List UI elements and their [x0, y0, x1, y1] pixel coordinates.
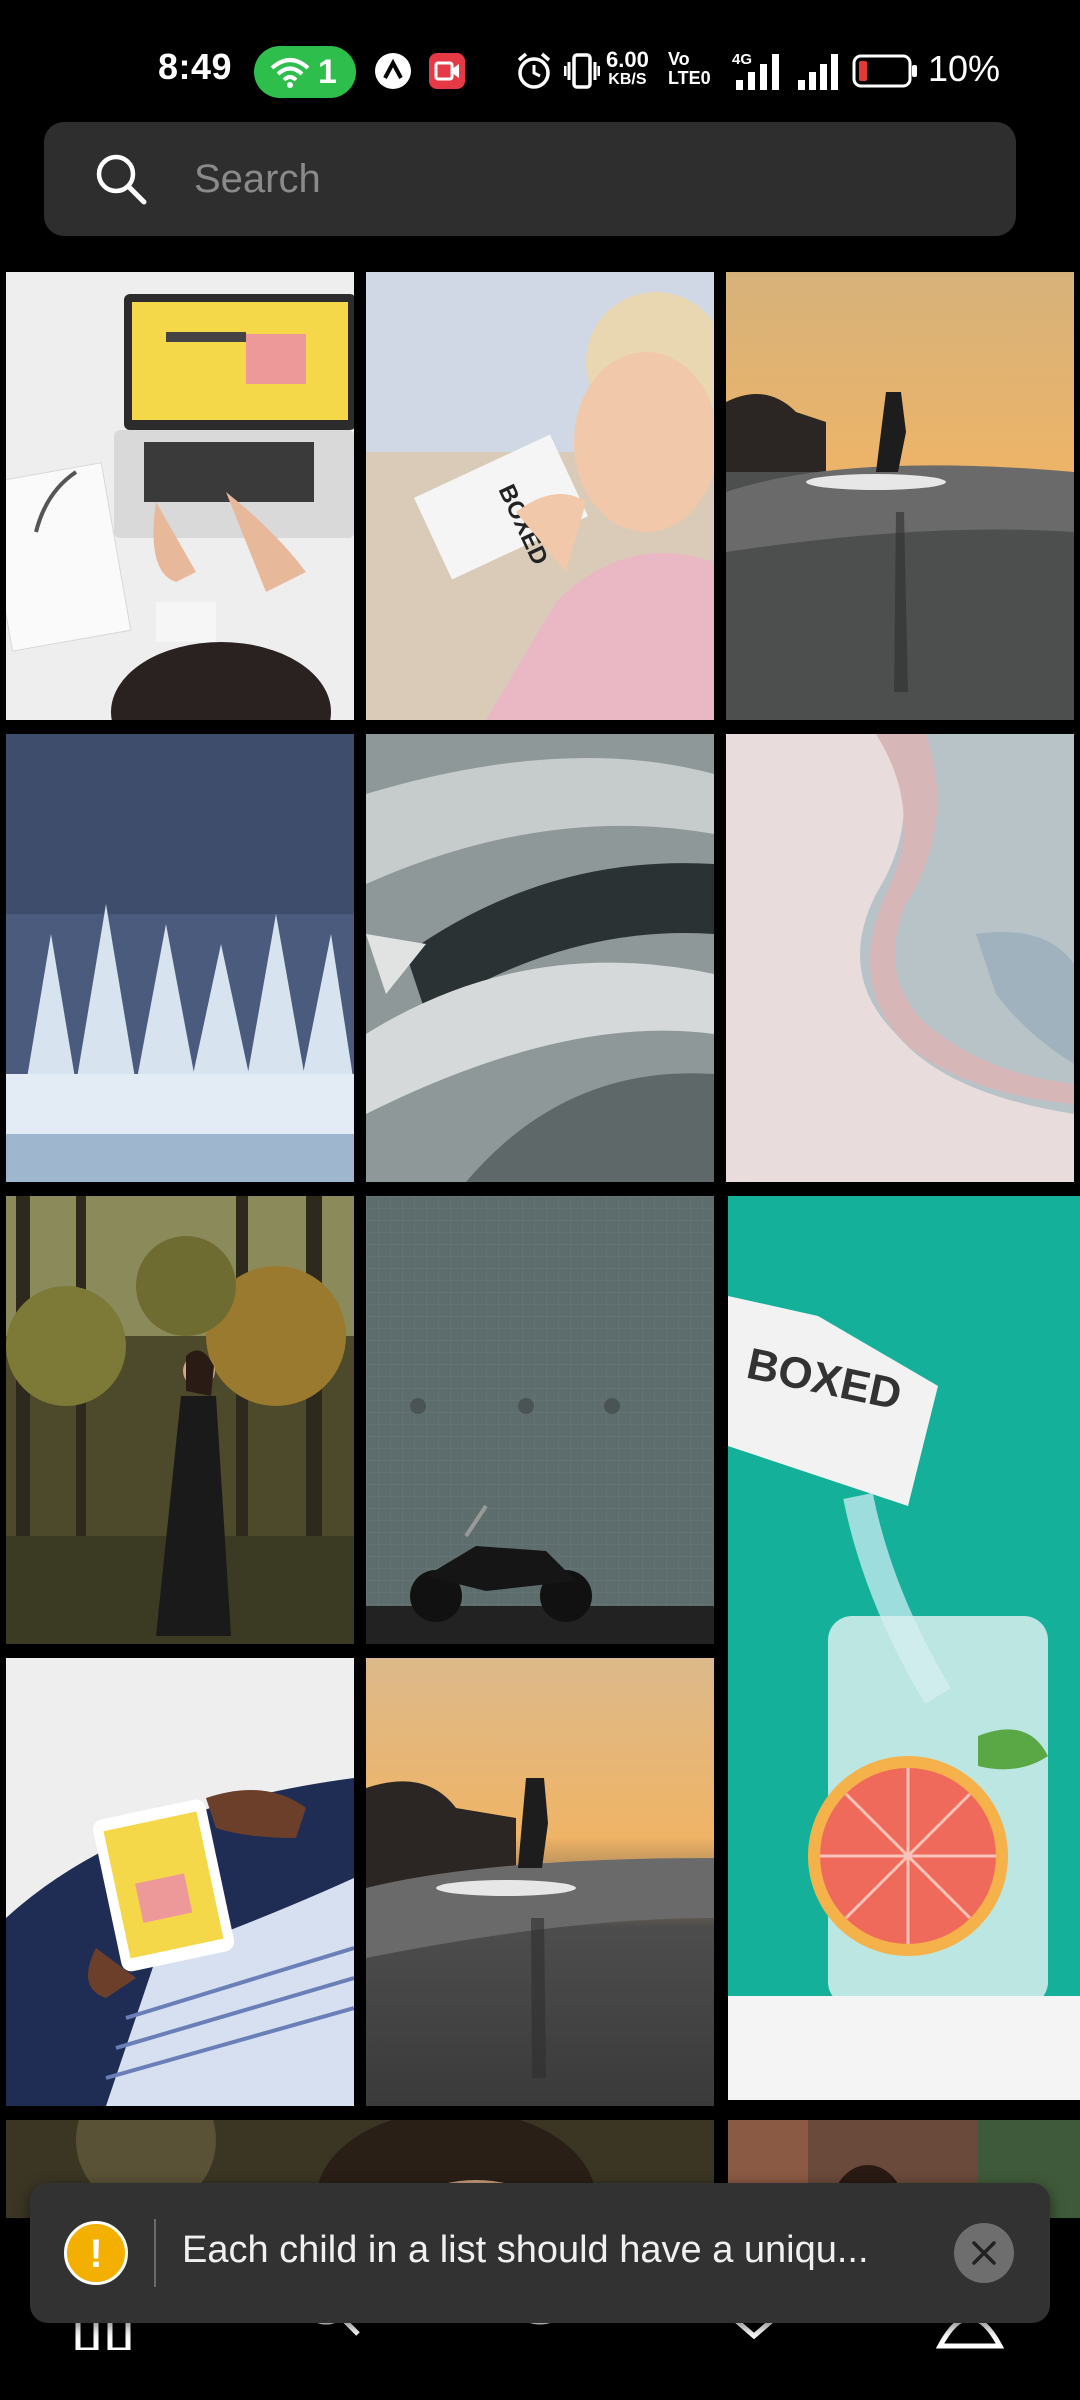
status-bar: 8:49 1 6.00 KB/S Vo LTE0 4G 10%	[0, 0, 1080, 130]
close-icon	[972, 2241, 996, 2265]
signal-4g-icon: 4G	[732, 51, 779, 90]
volte-indicator: Vo LTE0	[668, 50, 711, 88]
grid-item-surfer-sunset[interactable]	[726, 272, 1074, 720]
network-speed-unit: KB/S	[608, 71, 647, 88]
battery-percent: 10%	[928, 48, 1001, 89]
volte-line1: Vo	[668, 49, 690, 69]
hotspot-count: 1	[318, 53, 337, 91]
grid-item-boxed-water[interactable]: BOXED	[728, 1196, 1080, 2100]
network-speed-value: 6.00	[606, 47, 649, 72]
warning-toast[interactable]: ! Each child in a list should have a uni…	[30, 2183, 1050, 2323]
toast-divider	[154, 2219, 156, 2287]
toast-close-button[interactable]	[954, 2223, 1014, 2283]
status-time: 8:49	[158, 46, 233, 87]
search-bar[interactable]	[44, 122, 1016, 236]
grid-item-motorcycle[interactable]	[366, 1196, 714, 1644]
network-type-label: 4G	[732, 51, 752, 68]
volte-line2: LTE0	[668, 68, 711, 88]
hotspot-icon	[270, 58, 310, 88]
search-icon	[96, 154, 147, 205]
alarm-icon	[517, 52, 551, 89]
battery-icon	[852, 54, 917, 88]
signal-icon	[798, 54, 838, 90]
grid-item-snowy-forest[interactable]	[6, 734, 354, 1182]
grid-item-abstract-grey[interactable]	[366, 734, 714, 1182]
grid-item-woman-laptop[interactable]	[6, 272, 354, 720]
grid-item-woman-forest[interactable]	[6, 1196, 354, 1644]
grid-item-surfer-sunset-2[interactable]	[366, 1658, 714, 2106]
search-input[interactable]	[194, 122, 974, 236]
grid-item-abstract-pink[interactable]	[726, 734, 1074, 1182]
vibrate-icon	[564, 53, 600, 89]
warning-icon: !	[64, 2221, 128, 2285]
hotspot-indicator: 1	[254, 46, 356, 98]
screen-record-icon	[429, 53, 465, 89]
toast-message: Each child in a list should have a uniqu…	[182, 2229, 869, 2271]
network-speed: 6.00 KB/S	[606, 47, 649, 90]
grid-item-girl-drinking[interactable]: BOXED	[366, 272, 714, 720]
grid-item-man-tablet[interactable]	[6, 1658, 354, 2106]
nav-app-icon	[375, 53, 411, 89]
